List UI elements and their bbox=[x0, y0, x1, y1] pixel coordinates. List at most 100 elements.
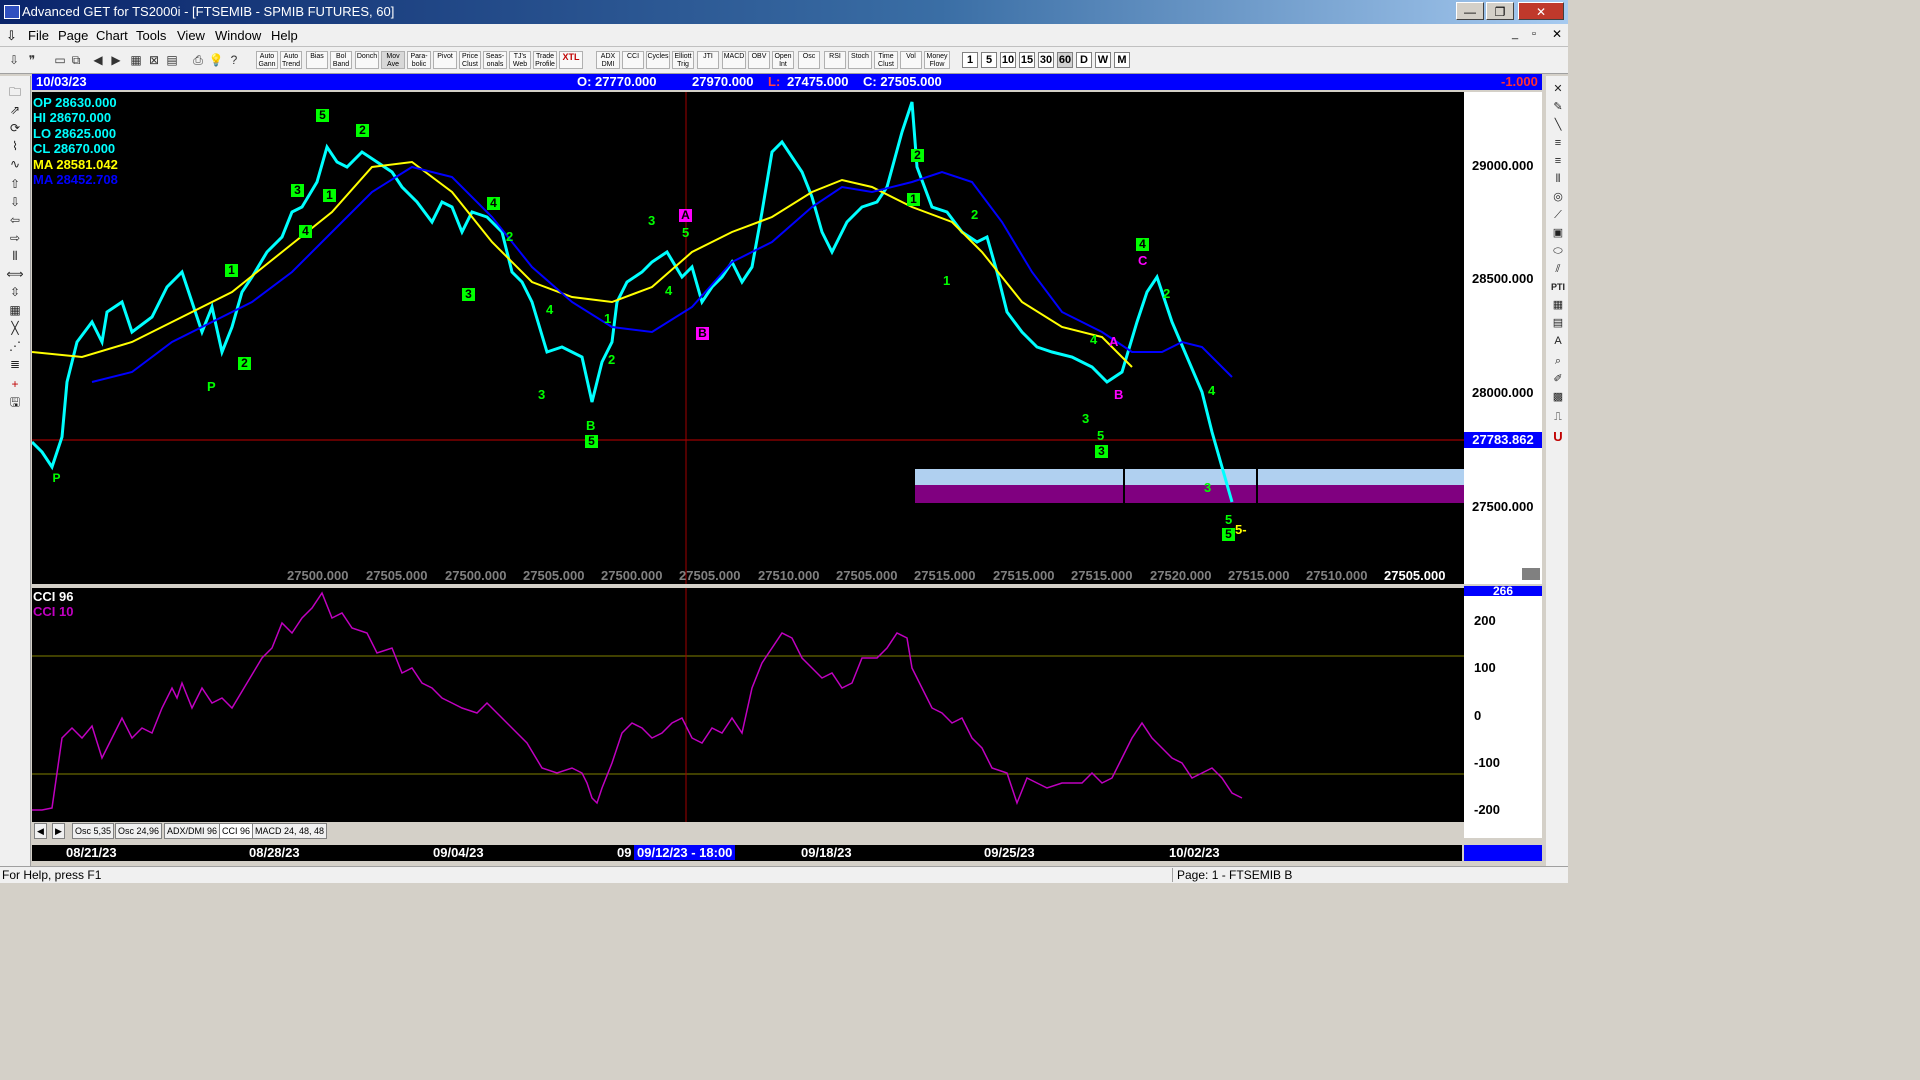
tool-vol[interactable]: Vol bbox=[900, 51, 922, 69]
quote-icon[interactable]: ❞ bbox=[24, 52, 40, 68]
scale-icon[interactable] bbox=[1522, 568, 1540, 580]
price-axis[interactable]: 29000.000 28500.000 28000.000 27500.000 … bbox=[1464, 92, 1542, 584]
down-arrow-icon[interactable]: ⇩ bbox=[5, 194, 25, 210]
left-arrow-icon[interactable]: ⇦ bbox=[5, 212, 25, 228]
pti-icon[interactable]: PTI bbox=[1549, 280, 1567, 294]
interval-30[interactable]: 30 bbox=[1038, 52, 1054, 68]
tool-osc[interactable]: Osc bbox=[798, 51, 820, 69]
tab-scroll-right[interactable]: ▶ bbox=[52, 823, 65, 839]
forward-icon[interactable]: ▶ bbox=[108, 52, 124, 68]
tool-elliott-trig[interactable]: Elliott Trig bbox=[672, 51, 694, 69]
refresh-icon[interactable]: ⟳ bbox=[5, 120, 25, 136]
tool-money-flow[interactable]: Money Flow bbox=[924, 51, 950, 69]
tool-tj-web[interactable]: TJ's Web bbox=[509, 51, 531, 69]
bars-icon[interactable]: ⫴ bbox=[5, 248, 25, 264]
tool-trade-profile[interactable]: Trade Profile bbox=[533, 51, 557, 69]
mdi-restore-icon[interactable]: ▫ bbox=[1532, 28, 1536, 40]
tool-pivot[interactable]: Pivot bbox=[433, 51, 457, 69]
menu-tools[interactable]: Tools bbox=[136, 28, 166, 43]
ellipse-icon[interactable]: ⬭ bbox=[1549, 244, 1567, 258]
pin-icon[interactable]: ⇩ bbox=[6, 52, 22, 68]
tool-cycles[interactable]: Cycles bbox=[646, 51, 670, 69]
close-button[interactable]: ✕ bbox=[1518, 2, 1564, 20]
tool-bol-band[interactable]: Bol Band bbox=[330, 51, 352, 69]
tab-macd[interactable]: MACD 24, 48, 48 bbox=[252, 823, 328, 839]
up-arrow-icon[interactable]: ⇧ bbox=[5, 176, 25, 192]
tool-macd[interactable]: MACD bbox=[722, 51, 746, 69]
menu-view[interactable]: View bbox=[177, 28, 205, 43]
tool-xtl[interactable]: XTL bbox=[559, 51, 583, 69]
channel-icon[interactable]: ⫽ bbox=[1549, 262, 1567, 276]
menu-chart[interactable]: Chart bbox=[96, 28, 128, 43]
mob-icon[interactable]: ▤ bbox=[1549, 316, 1567, 330]
compress-icon[interactable]: ⇳ bbox=[5, 284, 25, 300]
zoom-icon[interactable]: ⌕ bbox=[1549, 354, 1567, 368]
interval-10[interactable]: 10 bbox=[1000, 52, 1016, 68]
fib-ext-icon[interactable]: ≡ bbox=[1549, 154, 1567, 168]
tool-rsi[interactable]: RSI bbox=[824, 51, 846, 69]
tool-jti[interactable]: JTI bbox=[697, 51, 719, 69]
fib-ret-icon[interactable]: ≡ bbox=[1549, 136, 1567, 150]
tool-auto-gann[interactable]: Auto Gann bbox=[256, 51, 278, 69]
gann-icon[interactable]: ⋰ bbox=[5, 338, 25, 354]
tool-open-int[interactable]: Open Int bbox=[772, 51, 794, 69]
menu-file[interactable]: File bbox=[28, 28, 49, 43]
line-icon[interactable]: ╲ bbox=[1549, 118, 1567, 132]
fan-icon[interactable]: ⟋ bbox=[1549, 208, 1567, 222]
help-icon[interactable]: ? bbox=[226, 52, 242, 68]
u-icon[interactable]: U bbox=[1549, 430, 1567, 444]
table-icon[interactable]: ▦ bbox=[5, 302, 25, 318]
tool-seasonals[interactable]: Seas-onals bbox=[483, 51, 507, 69]
interval-1[interactable]: 1 bbox=[962, 52, 978, 68]
elliott-icon[interactable]: ∿ bbox=[5, 156, 25, 172]
menu-page[interactable]: Page bbox=[58, 28, 88, 43]
copy-icon[interactable]: ⧉ bbox=[68, 52, 84, 68]
expand-icon[interactable]: ⟺ bbox=[5, 266, 25, 282]
cci-panel[interactable]: CCI 96 CCI 10 bbox=[32, 588, 1464, 822]
lines-icon[interactable]: ╳ bbox=[5, 320, 25, 336]
date-axis[interactable]: 08/21/23 08/28/23 09/04/23 09 09/12/23 -… bbox=[32, 845, 1462, 861]
grid-tool-icon[interactable]: ▦ bbox=[1549, 298, 1567, 312]
cursor-icon[interactable]: ⇗ bbox=[5, 102, 25, 118]
minimize-button[interactable]: — bbox=[1456, 2, 1484, 20]
fib-time-icon[interactable]: ⫴ bbox=[1549, 172, 1567, 186]
mdi-close-icon[interactable]: ✕ bbox=[1552, 27, 1562, 41]
close-tool-icon[interactable]: ✕ bbox=[1549, 82, 1567, 96]
layout-icon[interactable]: ▤ bbox=[164, 52, 180, 68]
tab-scroll-left[interactable]: ◀ bbox=[34, 823, 47, 839]
highlight-icon[interactable]: ✐ bbox=[1549, 372, 1567, 386]
bulb-icon[interactable]: 💡 bbox=[208, 52, 224, 68]
menu-help[interactable]: Help bbox=[271, 28, 298, 43]
interval-w[interactable]: W bbox=[1095, 52, 1111, 68]
circle-icon[interactable]: ◎ bbox=[1549, 190, 1567, 204]
folder-icon[interactable]: 🗀 bbox=[5, 84, 25, 100]
tool-price-clust[interactable]: Price Clust bbox=[459, 51, 481, 69]
mdi-minimize-icon[interactable]: _ bbox=[1512, 28, 1518, 40]
tool-donch[interactable]: Donch bbox=[355, 51, 379, 69]
stamp-icon[interactable]: ⎍ bbox=[1549, 410, 1567, 424]
crosshair-icon[interactable]: + bbox=[5, 376, 25, 392]
tool-cci[interactable]: CCI bbox=[622, 51, 644, 69]
tab-osc-5-35[interactable]: Osc 5,35 bbox=[72, 823, 115, 839]
interval-60[interactable]: 60 bbox=[1057, 52, 1073, 68]
tab-cci-96[interactable]: CCI 96 bbox=[219, 823, 254, 839]
tab-adx-dmi[interactable]: ADX/DMI 96 bbox=[164, 823, 221, 839]
study-icon[interactable]: ⌇ bbox=[5, 138, 25, 154]
grid-icon[interactable]: ▦ bbox=[128, 52, 144, 68]
print-icon[interactable]: ⎙ bbox=[190, 52, 206, 68]
interval-d[interactable]: D bbox=[1076, 52, 1092, 68]
tool-stoch[interactable]: Stoch bbox=[848, 51, 872, 69]
tool-mov-ave[interactable]: Mov Ave bbox=[381, 51, 405, 69]
maximize-button[interactable]: ❐ bbox=[1486, 2, 1514, 20]
box-icon[interactable]: ▣ bbox=[1549, 226, 1567, 240]
interval-m[interactable]: M bbox=[1114, 52, 1130, 68]
tool-parabolic[interactable]: Para-bolic bbox=[407, 51, 431, 69]
tool-adx-dmi[interactable]: ADX DMI bbox=[596, 51, 620, 69]
tool-bias[interactable]: Bias bbox=[306, 51, 328, 69]
new-icon[interactable]: ▭ bbox=[52, 52, 68, 68]
interval-15[interactable]: 15 bbox=[1019, 52, 1035, 68]
tool-time-clust[interactable]: Time Clust bbox=[874, 51, 898, 69]
back-icon[interactable]: ◀ bbox=[90, 52, 106, 68]
cci-axis[interactable]: 266 200 100 0 -100 -200 bbox=[1464, 586, 1542, 838]
fib-icon[interactable]: ≣ bbox=[5, 356, 25, 372]
